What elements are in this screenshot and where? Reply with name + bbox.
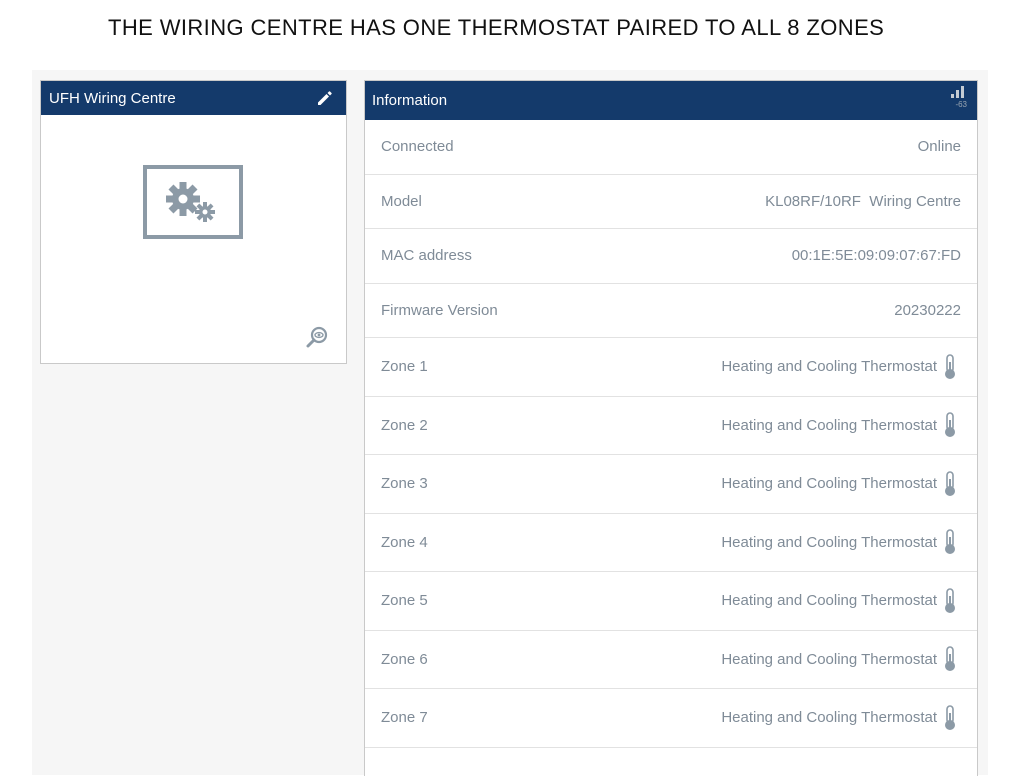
signal-strength-icon: -63 xyxy=(951,86,967,114)
zone-value: Heating and Cooling Thermostat xyxy=(721,650,937,668)
zone-label: Zone 3 xyxy=(381,475,428,493)
zone-label: Zone 2 xyxy=(381,416,428,434)
info-label: MAC address xyxy=(381,247,472,265)
zone-value: Heating and Cooling Thermostat xyxy=(721,709,937,727)
info-row-model: Model KL08RF/10RF Wiring Centre xyxy=(365,175,977,229)
information-title: Information xyxy=(372,92,448,109)
thermometer-icon xyxy=(943,646,957,672)
info-row-firmware: Firmware Version 20230222 xyxy=(365,284,977,338)
zone-value: Heating and Cooling Thermostat xyxy=(721,592,937,610)
zone-row-4[interactable]: Zone 4 Heating and Cooling Thermostat xyxy=(365,514,977,572)
signal-value: -63 xyxy=(955,100,967,109)
device-card-title: UFH Wiring Centre xyxy=(49,89,176,107)
zone-value: Heating and Cooling Thermostat xyxy=(721,533,937,551)
info-row-connected: Connected Online xyxy=(365,120,977,175)
zone-value: Heating and Cooling Thermostat xyxy=(721,475,937,493)
zone-row-1[interactable]: Zone 1 Heating and Cooling Thermostat xyxy=(365,338,977,397)
thermometer-icon xyxy=(943,587,957,614)
zone-row-5[interactable]: Zone 5 Heating and Cooling Thermostat xyxy=(365,572,977,631)
zone-label: Zone 1 xyxy=(381,358,428,376)
zone-row-6[interactable]: Zone 6 Heating and Cooling Thermostat xyxy=(365,631,977,689)
information-panel: Information -63 Connected Online Model K… xyxy=(364,80,978,776)
zone-value: Heating and Cooling Thermostat xyxy=(721,358,937,376)
zoom-view-icon[interactable] xyxy=(305,325,329,349)
zone-row-3[interactable]: Zone 3 Heating and Cooling Thermostat xyxy=(365,455,977,514)
zone-label: Zone 4 xyxy=(381,533,428,551)
thermometer-icon xyxy=(943,353,957,380)
info-label: Firmware Version xyxy=(381,301,498,319)
page-heading: THE WIRING CENTRE HAS ONE THERMOSTAT PAI… xyxy=(108,15,885,40)
info-label: Connected xyxy=(381,138,454,156)
information-header: Information -63 xyxy=(365,81,977,120)
thermometer-icon xyxy=(943,529,957,555)
info-value: 20230222 xyxy=(894,301,961,319)
zone-row-2[interactable]: Zone 2 Heating and Cooling Thermostat xyxy=(365,397,977,455)
zone-label: Zone 6 xyxy=(381,650,428,668)
thermometer-icon xyxy=(943,412,957,438)
device-card[interactable]: UFH Wiring Centre xyxy=(40,80,347,364)
info-label: Model xyxy=(381,192,422,210)
zone-label: Zone 7 xyxy=(381,709,428,727)
info-value: Online xyxy=(917,138,961,156)
thermometer-icon xyxy=(943,470,957,497)
zone-value: Heating and Cooling Thermostat xyxy=(721,416,937,434)
info-value: 00:1E:5E:09:09:07:67:FD xyxy=(791,247,961,265)
zone-row-7[interactable]: Zone 7 Heating and Cooling Thermostat xyxy=(365,689,977,748)
zone-label: Zone 5 xyxy=(381,592,428,610)
edit-icon[interactable] xyxy=(314,87,336,109)
device-card-header: UFH Wiring Centre xyxy=(41,81,346,115)
thermometer-icon xyxy=(943,704,957,731)
info-value: KL08RF/10RF Wiring Centre xyxy=(765,192,961,210)
info-row-mac: MAC address 00:1E:5E:09:09:07:67:FD xyxy=(365,229,977,284)
wiring-centre-gear-icon xyxy=(143,165,243,239)
